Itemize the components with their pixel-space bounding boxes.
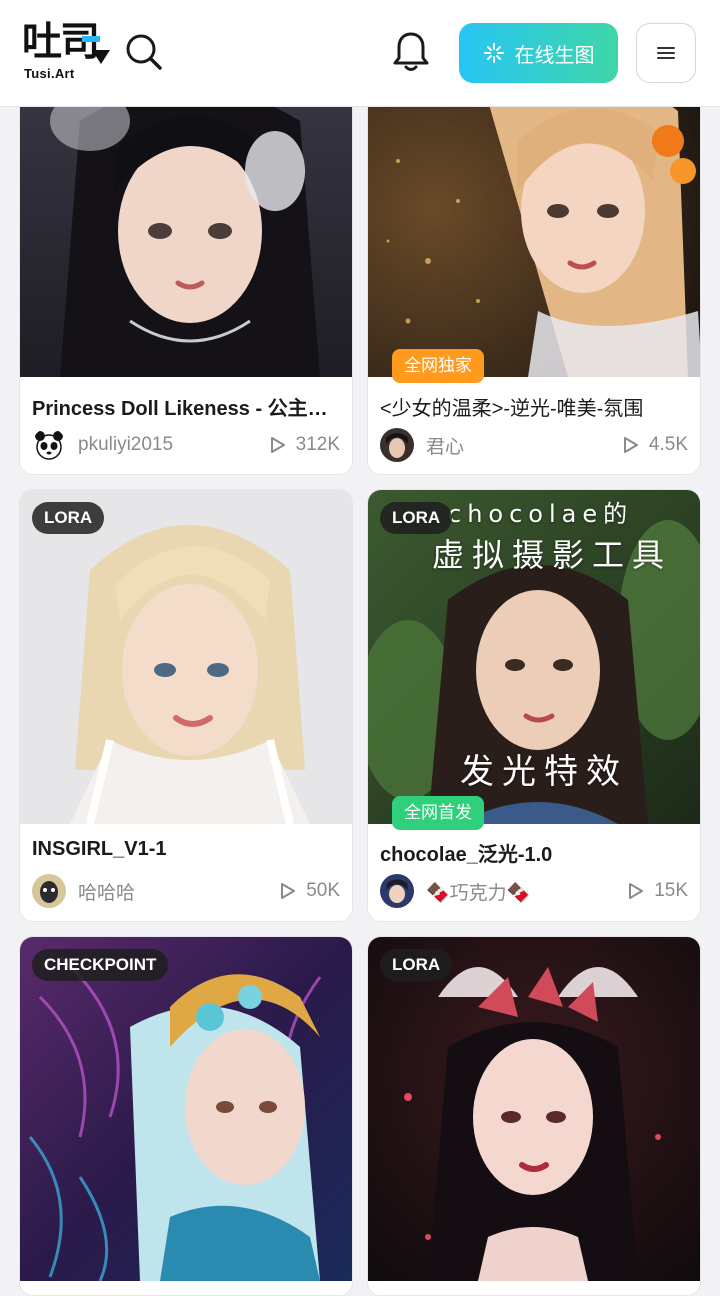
bell-icon [393, 32, 429, 71]
run-count-value: 4.5K [648, 434, 688, 455]
online-generate-label: 在线生图 [514, 44, 595, 67]
thumbnail-overlay-line: 虚拟摄影工具 [432, 536, 673, 574]
play-icon [623, 437, 638, 453]
model-thumbnail[interactable] [368, 937, 701, 1281]
model-type-badge: CHECKPOINT [32, 949, 169, 981]
menu-button[interactable] [636, 23, 696, 83]
model-card[interactable]: LORA [367, 936, 701, 1296]
model-title[interactable]: chocolae_泛光-1.0 [380, 838, 676, 867]
model-meta: pkuliyi2015 312K [32, 427, 340, 463]
model-meta: 君心 4.5K [380, 427, 688, 463]
search-icon [126, 34, 162, 70]
logo-accent [82, 36, 100, 42]
play-icon [270, 437, 285, 453]
run-count-value: 50K [306, 880, 340, 901]
author-avatar[interactable] [380, 874, 414, 908]
run-count-value: 15K [654, 880, 688, 901]
logo-subtitle: Tusi.Art [24, 66, 75, 81]
model-title[interactable]: INSGIRL_V1-1 [32, 838, 328, 861]
sparkle-icon [483, 43, 504, 63]
model-thumbnail[interactable] [20, 490, 353, 824]
model-meta: 哈哈哈 50K [32, 873, 340, 909]
tusi-logo[interactable]: 吐司 Tusi.Art [22, 22, 112, 86]
model-thumbnail[interactable] [20, 937, 353, 1281]
model-title[interactable]: <少女的温柔>-逆光-唯美-氛围 [380, 392, 676, 421]
run-count: 50K [280, 880, 340, 902]
run-count: 312K [270, 434, 340, 456]
author-avatar[interactable] [32, 428, 66, 462]
model-card[interactable]: LORA INSGIRL_V1-1 哈哈哈 50K [19, 489, 353, 922]
author-name[interactable]: pkuliyi2015 [78, 434, 173, 456]
online-generate-button[interactable]: 在线生图 [459, 23, 618, 83]
thumbnail-overlay-line: chocolae的 [448, 500, 634, 528]
run-count: 15K [628, 880, 688, 902]
first-release-badge: 全网首发 [392, 796, 484, 830]
play-icon [629, 883, 644, 899]
author-name[interactable]: 君心 [426, 432, 464, 459]
author-name[interactable]: 🍫巧克力🍫 [426, 878, 530, 905]
model-card[interactable]: CHECKPOINT [19, 936, 353, 1296]
notification-button[interactable] [390, 30, 432, 74]
model-meta: 🍫巧克力🍫 15K [380, 873, 688, 909]
top-bar: 吐司 Tusi.Art 在线生图 [0, 0, 720, 107]
author-name[interactable]: 哈哈哈 [78, 878, 135, 905]
logo-triangle [92, 50, 110, 64]
menu-icon [657, 47, 675, 59]
author-avatar[interactable] [380, 428, 414, 462]
play-icon [281, 883, 296, 899]
model-card[interactable]: chocolae的 虚拟摄影工具 发光特效 LORA 全网首发 chocolae… [367, 489, 701, 922]
run-count-value: 312K [295, 434, 340, 455]
model-type-badge: LORA [380, 949, 453, 981]
run-count: 4.5K [623, 434, 688, 456]
author-avatar[interactable] [32, 874, 66, 908]
thumbnail-overlay-line: 发光特效 [460, 752, 628, 792]
model-type-badge: LORA [32, 502, 105, 534]
exclusive-badge: 全网独家 [392, 349, 484, 383]
model-title[interactable]: Princess Doll Likeness - 公主娃娃 [32, 392, 328, 421]
search-button[interactable] [124, 32, 164, 72]
model-type-badge: LORA [380, 502, 453, 534]
